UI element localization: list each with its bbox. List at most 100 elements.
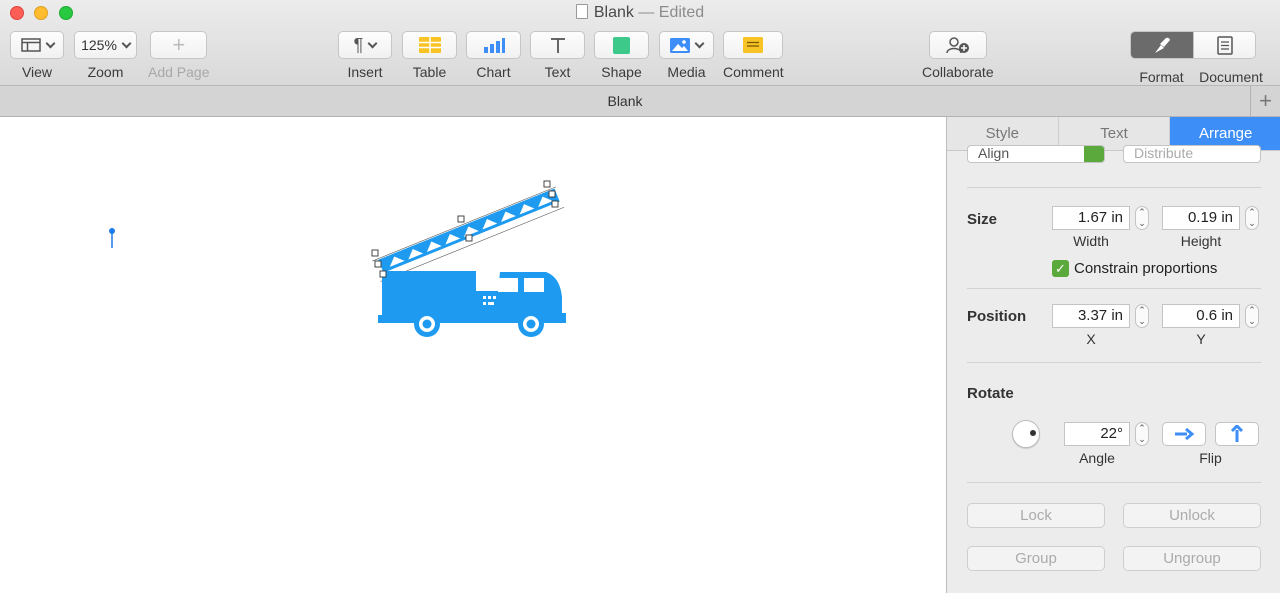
shape-label: Shape	[601, 64, 642, 80]
distribute-select[interactable]: Distribute	[1123, 145, 1261, 163]
collaborate-control: Collaborate	[922, 31, 994, 80]
plus-icon: +	[172, 32, 186, 57]
photo-icon	[670, 37, 690, 53]
table-icon	[418, 37, 441, 53]
text-cursor-pin	[109, 228, 115, 248]
zoom-control: 125% Zoom	[74, 31, 137, 80]
chevron-down-icon	[694, 38, 705, 48]
chart-button[interactable]	[466, 31, 521, 59]
flip-vertical-button[interactable]	[1215, 422, 1259, 446]
sidebar-view-icon	[20, 38, 41, 52]
text-icon	[550, 38, 565, 53]
zoom-select[interactable]: 125%	[74, 31, 137, 59]
pages-document-icon	[575, 4, 588, 19]
view-button[interactable]	[10, 31, 64, 59]
tab-bar: Blank +	[0, 86, 1280, 117]
height-label: Height	[1180, 233, 1222, 249]
window-toolbar: Blank — Edited View 125% Zoom + Add Page…	[0, 0, 1280, 86]
document-canvas[interactable]	[0, 117, 946, 593]
angle-field[interactable]: 22°	[1064, 422, 1130, 446]
format-button[interactable]	[1131, 32, 1193, 58]
view-control: View	[10, 31, 64, 80]
constrain-proportions-label: Constrain proportions	[1074, 260, 1218, 277]
pilcrow-icon: ¶	[353, 34, 364, 55]
align-value: Align	[978, 145, 1010, 161]
zoom-value: 125%	[81, 37, 117, 53]
chart-label: Chart	[476, 64, 511, 80]
document-name: Blank	[593, 4, 634, 21]
new-tab-button[interactable]: +	[1250, 86, 1280, 116]
group-button[interactable]: Group	[967, 546, 1105, 571]
align-select[interactable]: Align	[967, 145, 1105, 163]
window-title: Blank — Edited	[0, 4, 1280, 22]
distribute-value: Distribute	[1134, 145, 1194, 161]
x-field[interactable]: 3.37 in	[1052, 304, 1130, 328]
media-button[interactable]	[659, 31, 714, 59]
fire-truck-image[interactable]	[360, 173, 580, 338]
chart-icon	[483, 38, 505, 53]
width-field[interactable]: 1.67 in	[1052, 206, 1130, 230]
align-dropdown-arrow	[1084, 146, 1104, 162]
rotate-section-label: Rotate	[967, 385, 1014, 402]
x-label: X	[1086, 331, 1096, 347]
chart-control: Chart	[466, 31, 521, 80]
paintbrush-icon	[1155, 37, 1170, 53]
chevron-down-icon	[45, 38, 55, 48]
collaborate-label: Collaborate	[922, 64, 994, 80]
y-stepper[interactable]: ⌃ ⌄	[1245, 304, 1259, 328]
comment-button[interactable]	[723, 31, 784, 59]
position-section-label: Position	[967, 308, 1027, 325]
table-control: Table	[402, 31, 457, 80]
edited-status: — Edited	[638, 4, 705, 21]
width-label: Width	[1073, 233, 1109, 249]
size-section-label: Size	[967, 211, 998, 228]
view-label: View	[21, 64, 53, 80]
chevron-down-icon	[367, 38, 378, 48]
collaborate-button[interactable]	[928, 31, 987, 59]
arrow-right-icon	[1175, 427, 1194, 441]
table-button[interactable]	[402, 31, 457, 59]
arrow-up-icon	[1230, 425, 1244, 442]
format-inspector: Style Text Arrange Align Distribute Size…	[946, 117, 1280, 593]
y-field[interactable]: 0.6 in	[1162, 304, 1240, 328]
inspector-toggle	[1130, 31, 1256, 59]
ungroup-button[interactable]: Ungroup	[1123, 546, 1261, 571]
shape-control: Shape	[594, 31, 649, 80]
text-control: Text	[530, 31, 585, 80]
lock-button[interactable]: Lock	[967, 503, 1105, 528]
collaborate-icon	[946, 37, 969, 54]
format-document-segmented	[1130, 31, 1256, 59]
truck-ladder	[378, 188, 560, 273]
x-stepper[interactable]: ⌃ ⌄	[1135, 304, 1149, 328]
divider	[967, 288, 1261, 289]
checkmark-icon: ✓	[1055, 260, 1066, 276]
comment-icon	[743, 37, 764, 53]
height-stepper[interactable]: ⌃ ⌄	[1245, 206, 1259, 230]
text-label: Text	[544, 64, 571, 80]
comment-label: Comment	[723, 64, 784, 80]
tab-document[interactable]: Blank	[0, 93, 1250, 109]
document-button[interactable]	[1193, 32, 1255, 58]
comment-control: Comment	[723, 31, 784, 80]
add-page-control: + Add Page	[148, 31, 210, 80]
document-icon	[1216, 35, 1233, 55]
unlock-button[interactable]: Unlock	[1123, 503, 1261, 528]
plus-icon: +	[1259, 88, 1272, 113]
table-label: Table	[412, 64, 447, 80]
insert-button[interactable]: ¶	[338, 31, 392, 59]
insert-label: Insert	[347, 64, 383, 80]
shape-button[interactable]	[594, 31, 649, 59]
flip-horizontal-button[interactable]	[1162, 422, 1206, 446]
constrain-proportions-checkbox[interactable]: ✓	[1052, 260, 1069, 277]
angle-stepper[interactable]: ⌃ ⌄	[1135, 422, 1149, 446]
zoom-label: Zoom	[87, 64, 124, 80]
divider	[967, 187, 1261, 188]
height-field[interactable]: 0.19 in	[1162, 206, 1240, 230]
media-label: Media	[667, 64, 706, 80]
add-page-label: Add Page	[148, 64, 210, 80]
width-stepper[interactable]: ⌃ ⌄	[1135, 206, 1149, 230]
format-label: Format	[1139, 69, 1184, 85]
add-page-button[interactable]: +	[150, 31, 208, 59]
text-button[interactable]	[530, 31, 585, 59]
rotate-dial[interactable]	[1012, 420, 1040, 448]
